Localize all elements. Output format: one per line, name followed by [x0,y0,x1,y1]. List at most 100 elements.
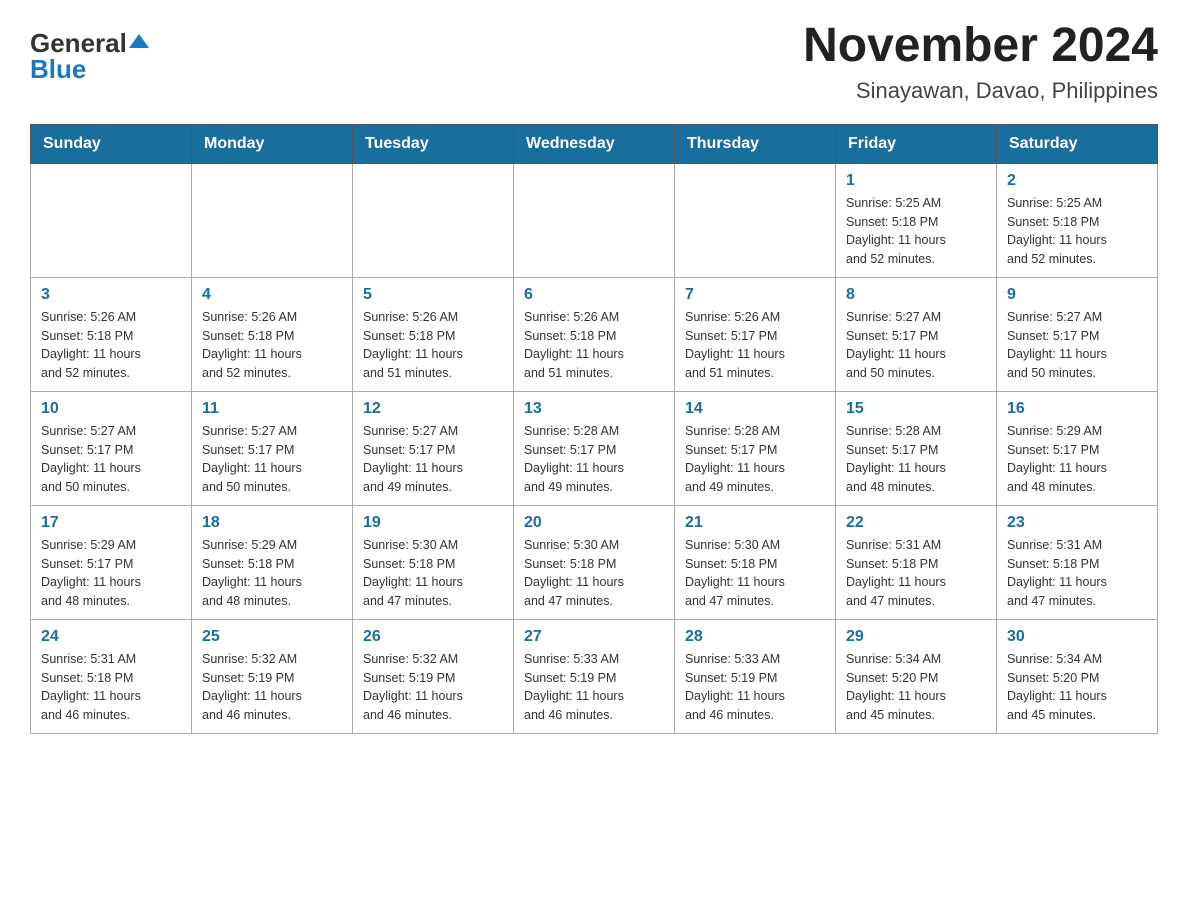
calendar-cell: 5 Sunrise: 5:26 AMSunset: 5:18 PMDaylight… [353,277,514,391]
day-number: 4 [202,286,342,304]
logo-blue-text: Blue [30,56,86,82]
day-info: Sunrise: 5:30 AMSunset: 5:18 PMDaylight:… [524,536,664,611]
day-info: Sunrise: 5:26 AMSunset: 5:18 PMDaylight:… [202,308,342,383]
day-number: 27 [524,628,664,646]
day-info: Sunrise: 5:27 AMSunset: 5:17 PMDaylight:… [363,422,503,497]
day-number: 9 [1007,286,1147,304]
week-row-1: 1 Sunrise: 5:25 AMSunset: 5:18 PMDaylight… [31,163,1158,277]
day-info: Sunrise: 5:29 AMSunset: 5:18 PMDaylight:… [202,536,342,611]
weekday-header-monday: Monday [192,124,353,163]
weekday-header-friday: Friday [836,124,997,163]
day-number: 15 [846,400,986,418]
calendar-cell: 10 Sunrise: 5:27 AMSunset: 5:17 PMDayligh… [31,391,192,505]
day-info: Sunrise: 5:31 AMSunset: 5:18 PMDaylight:… [1007,536,1147,611]
day-info: Sunrise: 5:25 AMSunset: 5:18 PMDaylight:… [1007,194,1147,269]
logo-general-text: General [30,30,127,56]
calendar-cell: 4 Sunrise: 5:26 AMSunset: 5:18 PMDaylight… [192,277,353,391]
day-number: 24 [41,628,181,646]
day-info: Sunrise: 5:30 AMSunset: 5:18 PMDaylight:… [685,536,825,611]
day-info: Sunrise: 5:30 AMSunset: 5:18 PMDaylight:… [363,536,503,611]
calendar-cell: 3 Sunrise: 5:26 AMSunset: 5:18 PMDaylight… [31,277,192,391]
day-number: 1 [846,172,986,190]
week-row-5: 24Sunrise: 5:31 AMSunset: 5:18 PMDayligh… [31,619,1158,733]
calendar-table: SundayMondayTuesdayWednesdayThursdayFrid… [30,124,1158,734]
calendar-cell: 9 Sunrise: 5:27 AMSunset: 5:17 PMDaylight… [997,277,1158,391]
day-info: Sunrise: 5:27 AMSunset: 5:17 PMDaylight:… [202,422,342,497]
calendar-cell: 11 Sunrise: 5:27 AMSunset: 5:17 PMDayligh… [192,391,353,505]
calendar-cell: 29 Sunrise: 5:34 AMSunset: 5:20 PMDayligh… [836,619,997,733]
calendar-cell: 21 Sunrise: 5:30 AMSunset: 5:18 PMDayligh… [675,505,836,619]
calendar-cell: 28 Sunrise: 5:33 AMSunset: 5:19 PMDayligh… [675,619,836,733]
day-number: 22 [846,514,986,532]
calendar-cell: 14Sunrise: 5:28 AMSunset: 5:17 PMDayligh… [675,391,836,505]
day-number: 16 [1007,400,1147,418]
month-title: November 2024 [803,20,1158,73]
day-number: 3 [41,286,181,304]
day-info: Sunrise: 5:28 AMSunset: 5:17 PMDaylight:… [846,422,986,497]
calendar-cell: 1 Sunrise: 5:25 AMSunset: 5:18 PMDaylight… [836,163,997,277]
day-number: 17 [41,514,181,532]
day-number: 11 [202,400,342,418]
day-info: Sunrise: 5:26 AMSunset: 5:18 PMDaylight:… [41,308,181,383]
day-number: 30 [1007,628,1147,646]
day-number: 7 [685,286,825,304]
calendar-cell: 30 Sunrise: 5:34 AMSunset: 5:20 PMDayligh… [997,619,1158,733]
day-number: 23 [1007,514,1147,532]
day-number: 14 [685,400,825,418]
day-number: 6 [524,286,664,304]
day-number: 26 [363,628,503,646]
day-info: Sunrise: 5:29 AMSunset: 5:17 PMDaylight:… [1007,422,1147,497]
week-row-4: 17Sunrise: 5:29 AMSunset: 5:17 PMDayligh… [31,505,1158,619]
week-row-2: 3 Sunrise: 5:26 AMSunset: 5:18 PMDaylight… [31,277,1158,391]
day-info: Sunrise: 5:32 AMSunset: 5:19 PMDaylight:… [202,650,342,725]
day-info: Sunrise: 5:25 AMSunset: 5:18 PMDaylight:… [846,194,986,269]
calendar-cell: 26 Sunrise: 5:32 AMSunset: 5:19 PMDayligh… [353,619,514,733]
location-subtitle: Sinayawan, Davao, Philippines [803,78,1158,104]
day-number: 8 [846,286,986,304]
logo: General Blue [30,20,149,82]
calendar-cell [353,163,514,277]
page-header: General Blue November 2024 Sinayawan, Da… [30,20,1158,104]
calendar-cell: 22 Sunrise: 5:31 AMSunset: 5:18 PMDayligh… [836,505,997,619]
day-info: Sunrise: 5:27 AMSunset: 5:17 PMDaylight:… [846,308,986,383]
weekday-header-wednesday: Wednesday [514,124,675,163]
day-info: Sunrise: 5:27 AMSunset: 5:17 PMDaylight:… [41,422,181,497]
day-number: 5 [363,286,503,304]
weekday-header-row: SundayMondayTuesdayWednesdayThursdayFrid… [31,124,1158,163]
calendar-cell [31,163,192,277]
calendar-cell: 8 Sunrise: 5:27 AMSunset: 5:17 PMDaylight… [836,277,997,391]
day-number: 28 [685,628,825,646]
calendar-cell: 17Sunrise: 5:29 AMSunset: 5:17 PMDayligh… [31,505,192,619]
weekday-header-thursday: Thursday [675,124,836,163]
calendar-cell: 18Sunrise: 5:29 AMSunset: 5:18 PMDayligh… [192,505,353,619]
calendar-cell: 19Sunrise: 5:30 AMSunset: 5:18 PMDayligh… [353,505,514,619]
calendar-cell: 6 Sunrise: 5:26 AMSunset: 5:18 PMDaylight… [514,277,675,391]
day-info: Sunrise: 5:28 AMSunset: 5:17 PMDaylight:… [524,422,664,497]
day-info: Sunrise: 5:32 AMSunset: 5:19 PMDaylight:… [363,650,503,725]
day-number: 29 [846,628,986,646]
calendar-cell: 20Sunrise: 5:30 AMSunset: 5:18 PMDayligh… [514,505,675,619]
calendar-cell: 27Sunrise: 5:33 AMSunset: 5:19 PMDayligh… [514,619,675,733]
weekday-header-sunday: Sunday [31,124,192,163]
calendar-cell: 16 Sunrise: 5:29 AMSunset: 5:17 PMDayligh… [997,391,1158,505]
day-info: Sunrise: 5:26 AMSunset: 5:18 PMDaylight:… [363,308,503,383]
calendar-cell: 7Sunrise: 5:26 AMSunset: 5:17 PMDaylight… [675,277,836,391]
title-area: November 2024 Sinayawan, Davao, Philippi… [803,20,1158,104]
day-info: Sunrise: 5:31 AMSunset: 5:18 PMDaylight:… [846,536,986,611]
day-info: Sunrise: 5:34 AMSunset: 5:20 PMDaylight:… [846,650,986,725]
day-info: Sunrise: 5:33 AMSunset: 5:19 PMDaylight:… [685,650,825,725]
weekday-header-saturday: Saturday [997,124,1158,163]
calendar-cell: 15 Sunrise: 5:28 AMSunset: 5:17 PMDayligh… [836,391,997,505]
calendar-cell [514,163,675,277]
logo-triangle-icon [129,34,149,48]
calendar-cell: 25Sunrise: 5:32 AMSunset: 5:19 PMDayligh… [192,619,353,733]
day-number: 21 [685,514,825,532]
calendar-cell: 12Sunrise: 5:27 AMSunset: 5:17 PMDayligh… [353,391,514,505]
calendar-cell [675,163,836,277]
day-info: Sunrise: 5:26 AMSunset: 5:18 PMDaylight:… [524,308,664,383]
day-info: Sunrise: 5:27 AMSunset: 5:17 PMDaylight:… [1007,308,1147,383]
day-number: 10 [41,400,181,418]
weekday-header-tuesday: Tuesday [353,124,514,163]
calendar-cell: 13Sunrise: 5:28 AMSunset: 5:17 PMDayligh… [514,391,675,505]
day-info: Sunrise: 5:34 AMSunset: 5:20 PMDaylight:… [1007,650,1147,725]
